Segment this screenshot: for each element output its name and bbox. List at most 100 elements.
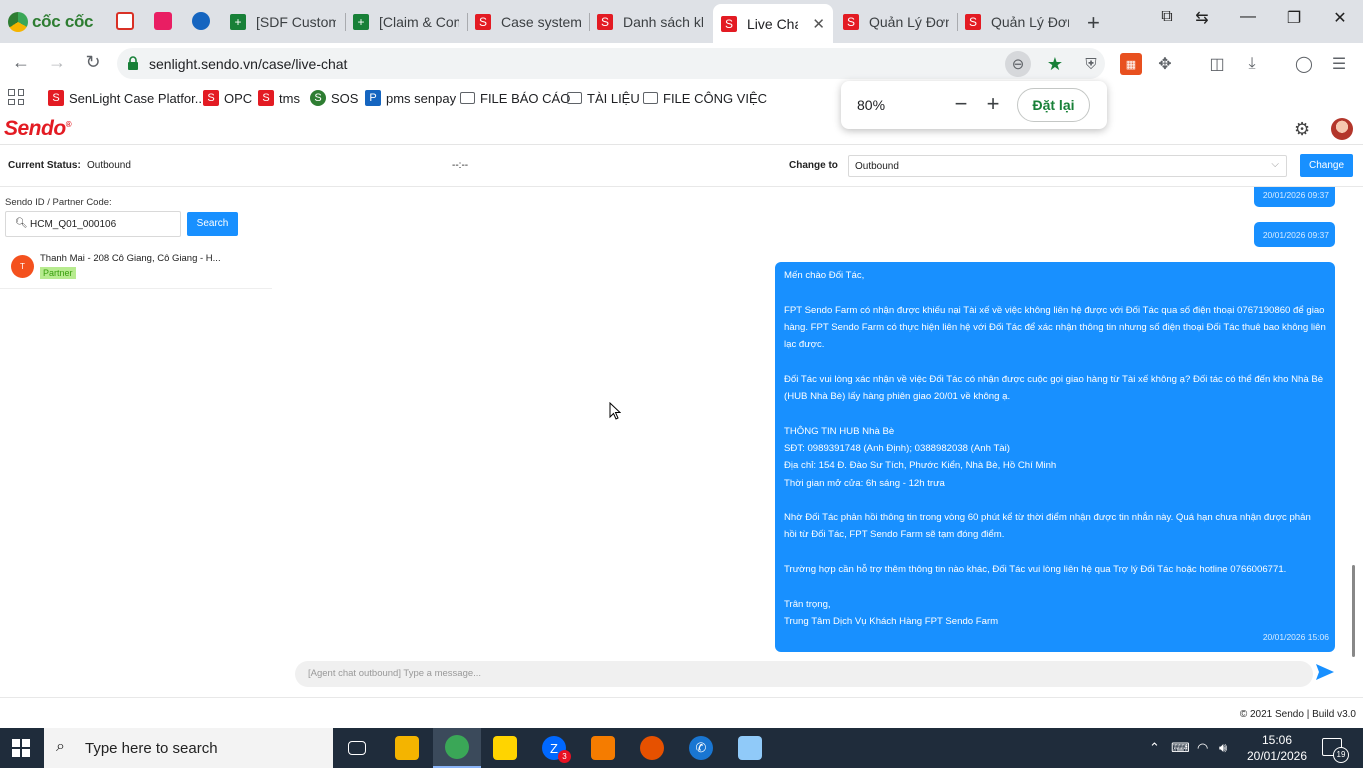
bookmark-star-icon[interactable]: ★ (1045, 54, 1065, 74)
extension-icon[interactable]: ▦ (1120, 53, 1142, 75)
back-forward-cache-icon[interactable]: ⇆ (1190, 8, 1214, 28)
volume-icon[interactable]: 🔊︎ (1219, 740, 1227, 756)
sendo-icon: S (843, 13, 859, 30)
coccoc-logo-icon (8, 12, 28, 32)
close-tab-icon[interactable]: ✕ (812, 15, 825, 33)
windows-start-icon[interactable] (12, 739, 30, 757)
phone-icon[interactable]: ✆ (677, 728, 725, 768)
foxit-icon[interactable] (579, 728, 627, 768)
sendo-logo[interactable]: Sendo® (4, 117, 72, 141)
message-line: Thời gian mở cửa: 6h sáng - 12h trưa (784, 477, 945, 489)
contact-list-item[interactable]: T Thanh Mai - 208 Cô Giang, Cô Giang - H… (0, 249, 272, 289)
message-blank-line (784, 405, 1326, 422)
wifi-icon[interactable]: ◠ (1197, 740, 1208, 756)
browser-tab-strip: cốc cốc + [SDF Custome + [Claim & Com S … (0, 0, 1363, 43)
message-blank-line (784, 578, 1326, 595)
zoom-reset-button[interactable]: Đặt lại (1017, 88, 1090, 122)
app-icon[interactable] (726, 728, 774, 768)
bookmark-file-cong-viec[interactable]: FILE CÔNG VIỆC (643, 88, 767, 108)
sendo-icon: S (965, 13, 981, 30)
bookmarks-bar: S SenLight Case Platfor... S OPC S tms S… (0, 84, 1363, 112)
message-line: THÔNG TIN HUB Nhà Bè (784, 425, 895, 437)
task-view-icon[interactable] (333, 728, 381, 768)
reload-icon[interactable]: ↻ (81, 52, 105, 73)
send-icon[interactable] (1314, 661, 1336, 683)
tab-quan-ly-don-2[interactable]: S Quản Lý Đơn (957, 6, 1077, 37)
tab-live-chat[interactable]: S Live Chat ✕ (713, 4, 833, 43)
profile-icon[interactable]: ◯ (1293, 53, 1315, 75)
gmail-icon[interactable] (116, 12, 134, 30)
adblock-shield-icon[interactable]: ⛨ (1081, 54, 1101, 74)
partner-search-input[interactable]: 🔍︎ HCM_Q01_000106 (5, 211, 181, 237)
zoom-out-icon[interactable]: ⊖ (1005, 51, 1031, 77)
new-tab-plus-icon[interactable]: + (1087, 10, 1100, 36)
forward-arrow-icon[interactable]: → (45, 52, 69, 73)
coccoc-taskbar-icon[interactable] (433, 728, 481, 768)
keyboard-lang-icon[interactable]: ⌨ (1171, 740, 1190, 756)
site-info-icon[interactable] (127, 56, 139, 70)
message-line: Nhờ Đối Tác phản hồi thông tin trong vòn… (784, 512, 1311, 541)
app-header: Sendo® ⚙ (0, 112, 1363, 145)
zoom-minus-button[interactable]: − (948, 91, 974, 117)
bookmark-tms[interactable]: S tms (258, 88, 300, 108)
message-line: Trung Tâm Dịch Vụ Khách Hàng FPT Sendo F… (784, 615, 999, 627)
tab-danh-sach[interactable]: S Danh sách khi (589, 6, 711, 37)
extensions-puzzle-icon[interactable]: ✥ (1154, 53, 1176, 75)
status-select[interactable]: Outbound ⌵ (848, 155, 1287, 177)
bookmark-opc[interactable]: S OPC (203, 88, 252, 108)
pinned-app-icon[interactable] (154, 12, 172, 30)
change-to-label: Change to (789, 160, 838, 171)
message-line: Đối Tác vui lòng xác nhận về việc Đối Tá… (784, 373, 1324, 403)
address-bar[interactable]: senlight.sendo.vn/case/live-chat ⊖ ★ ⛨ (117, 48, 1105, 79)
zalo-icon[interactable]: Z3 (530, 728, 578, 768)
chat-scrollbar[interactable] (1352, 187, 1356, 657)
tab-case-system[interactable]: S Case system | (467, 6, 589, 37)
sticky-notes-icon[interactable] (481, 728, 529, 768)
gear-icon[interactable]: ⚙ (1294, 119, 1310, 140)
sheets-icon: + (353, 13, 369, 30)
notification-icon[interactable]: 19 (1322, 738, 1349, 763)
folder-icon (567, 92, 582, 104)
file-explorer-icon[interactable] (383, 728, 431, 768)
message-bubble: 20/01/2026 09:37 (1254, 222, 1335, 247)
taskbar-clock[interactable]: 15:06 20/01/2026 (1246, 732, 1308, 764)
message-blank-line (784, 492, 1326, 509)
message-input[interactable]: [Agent chat outbound] Type a message... (295, 661, 1313, 687)
bookmark-file-bao-cao[interactable]: FILE BÁO CÁO (460, 88, 570, 108)
url-text[interactable]: senlight.sendo.vn/case/live-chat (149, 56, 347, 72)
taskbar-search-box[interactable]: ⌕ Type here to search (44, 728, 333, 768)
tab-quan-ly-don-1[interactable]: S Quản Lý Đơn (835, 6, 957, 37)
apps-grid-icon[interactable] (8, 89, 24, 105)
vpn-icon[interactable] (628, 728, 676, 768)
sendo-icon: S (203, 90, 219, 106)
avatar[interactable] (1331, 118, 1353, 140)
coccoc-logo[interactable]: cốc cốc (8, 10, 94, 34)
zoom-plus-button[interactable]: + (980, 91, 1006, 117)
change-status-button[interactable]: Change (1300, 154, 1353, 177)
bookmark-senlight[interactable]: S SenLight Case Platfor... (48, 88, 206, 108)
zoom-percent: 80% (857, 97, 886, 113)
bookmark-sos[interactable]: S SOS (310, 88, 358, 108)
bookmark-tai-lieu[interactable]: TÀI LIỆU (567, 88, 640, 108)
tab-sdf-customer[interactable]: + [SDF Custome (222, 6, 344, 37)
menu-icon[interactable]: ☰ (1328, 53, 1350, 75)
chevron-down-icon: ⌵ (1271, 159, 1279, 170)
close-window-icon[interactable]: ✕ (1328, 8, 1352, 28)
bookmark-pms-senpay[interactable]: P pms senpay (365, 88, 456, 108)
split-view-icon[interactable]: ◫ (1206, 53, 1228, 75)
message-line: Trường hợp cần hỗ trợ thêm thông tin nào… (784, 564, 1287, 576)
contact-avatar: T (11, 255, 34, 278)
partner-tag: Partner (40, 267, 76, 279)
back-arrow-icon[interactable]: ← (9, 52, 33, 73)
messenger-icon[interactable] (192, 12, 210, 30)
scrollbar-thumb[interactable] (1352, 565, 1355, 657)
message-line: Mến chào Đối Tác, (784, 270, 865, 281)
maximize-icon[interactable]: ❐ (1282, 8, 1306, 28)
sendo-icon: S (48, 90, 64, 106)
minimize-icon[interactable]: — (1236, 8, 1260, 26)
tab-search-icon[interactable]: ⧉ (1155, 8, 1179, 26)
chevron-up-icon[interactable]: ⌃ (1149, 740, 1160, 756)
search-button[interactable]: Search (187, 212, 238, 236)
download-icon[interactable]: ⤓ (1241, 53, 1263, 75)
tab-claim[interactable]: + [Claim & Com (345, 6, 467, 37)
